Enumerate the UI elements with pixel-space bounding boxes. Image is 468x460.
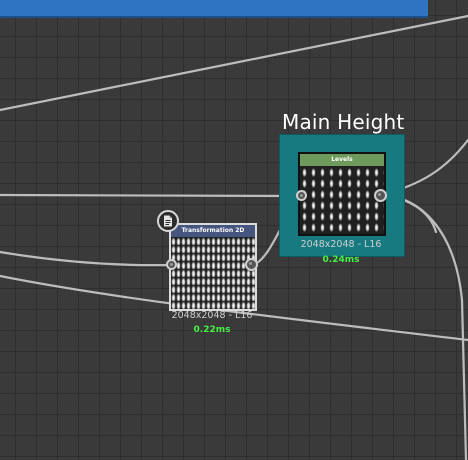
- document-icon[interactable]: [157, 210, 179, 232]
- connection-wire[interactable]: [0, 193, 302, 198]
- levels-time: 0.24ms: [322, 255, 360, 265]
- frame-title[interactable]: Main Height: [282, 110, 404, 134]
- connection-wire[interactable]: [0, 14, 468, 112]
- connection-wire[interactable]: [0, 250, 174, 267]
- levels-input-port[interactable]: [296, 190, 307, 201]
- levels-resolution: 2048x2048 - L16: [300, 239, 382, 250]
- transformation-resolution: 2048x2048 - L16: [171, 310, 253, 321]
- node-thumbnail: [171, 237, 255, 309]
- node-title: Transformation 2D: [171, 225, 255, 237]
- node-title: Levels: [300, 154, 384, 166]
- thumbnail-preview: [300, 166, 384, 234]
- thumbnail-preview: [171, 237, 255, 309]
- document-icon-glyph: [164, 215, 172, 227]
- levels-node[interactable]: Levels: [298, 152, 386, 236]
- transformation-2d-node[interactable]: Transformation 2D: [169, 223, 257, 311]
- node-thumbnail: [300, 166, 384, 234]
- transformation-time: 0.22ms: [193, 325, 231, 335]
- transformation-output-port[interactable]: [245, 258, 258, 271]
- graph-canvas[interactable]: Main Height Levels 2048x2048 - L16 0.24m…: [0, 0, 468, 460]
- levels-output-port[interactable]: [374, 189, 387, 202]
- transformation-input-port[interactable]: [166, 259, 177, 270]
